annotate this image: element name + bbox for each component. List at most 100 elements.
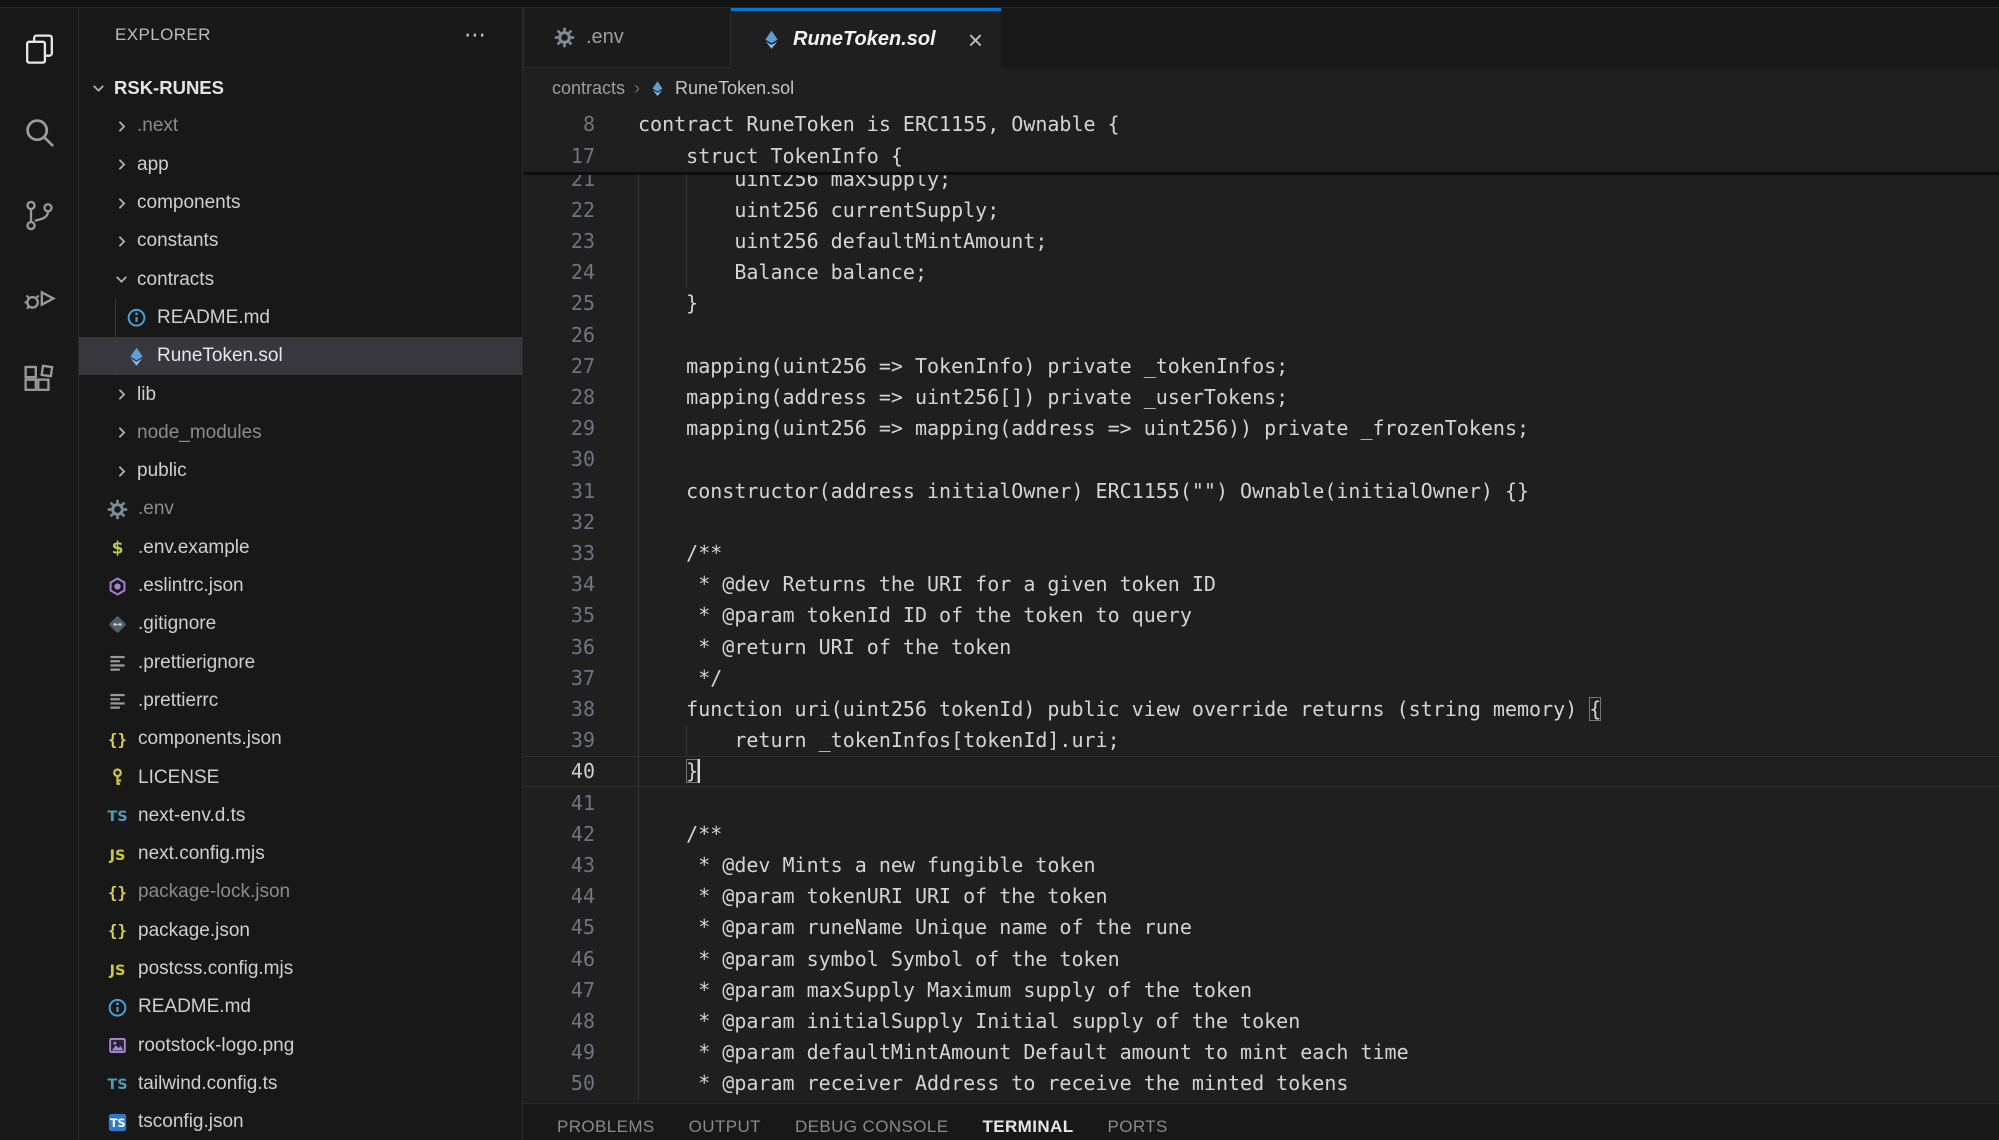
line-number: 46 (523, 947, 595, 971)
search-icon[interactable] (0, 91, 78, 174)
line-text: uint256 defaultMintAmount; (638, 229, 1047, 253)
code-line-37[interactable]: 37 */ (523, 662, 1999, 693)
code-line-32[interactable]: 32 (523, 506, 1999, 537)
tree-folder-app[interactable]: app (79, 146, 523, 184)
tree-file--env[interactable]: .env (79, 490, 523, 528)
tree-folder-constants[interactable]: constants (79, 222, 523, 260)
chevron-right-icon (109, 191, 133, 215)
code-line-50[interactable]: 50 * @param receiver Address to receive … (523, 1068, 1999, 1099)
code-line-28[interactable]: 28 mapping(address => uint256[]) private… (523, 381, 1999, 412)
code-line-38[interactable]: 38 function uri(uint256 tokenId) public … (523, 693, 1999, 724)
code-line-29[interactable]: 29 mapping(uint256 => mapping(address =>… (523, 413, 1999, 444)
tree-file-rootstock-logo-png[interactable]: rootstock-logo.png (79, 1027, 523, 1065)
tree-root-rsk-runes[interactable]: RSK-RUNES (79, 69, 523, 107)
run-debug-icon[interactable] (0, 257, 78, 340)
tree-folder-node-modules[interactable]: node_modules (79, 414, 523, 452)
tree-folder-contracts[interactable]: contracts (79, 261, 523, 299)
tree-file-runetoken-sol[interactable]: RuneToken.sol (79, 337, 523, 375)
code-line-42[interactable]: 42 /** (523, 818, 1999, 849)
code-line-46[interactable]: 46 * @param symbol Symbol of the token (523, 943, 1999, 974)
code-line-24[interactable]: 24 Balance balance; (523, 257, 1999, 288)
tree-folder-public[interactable]: public (79, 452, 523, 490)
code-line-33[interactable]: 33 /** (523, 537, 1999, 568)
line-number: 48 (523, 1009, 595, 1033)
line-number: 35 (523, 603, 595, 627)
editor-tab--env[interactable]: .env (523, 8, 731, 68)
breadcrumb-folder[interactable]: contracts (552, 78, 625, 99)
tree-folder--next[interactable]: .next (79, 107, 523, 145)
line-number: 25 (523, 291, 595, 315)
line-text: * @param tokenId ID of the token to quer… (638, 603, 1192, 627)
code-line-39[interactable]: 39 return _tokenInfos[tokenId].uri; (523, 725, 1999, 756)
code-line-25[interactable]: 25 } (523, 288, 1999, 319)
tree-file--eslintrc-json[interactable]: .eslintrc.json (79, 567, 523, 605)
tree-item-label: app (137, 154, 169, 176)
tree-file-next-env-d-ts[interactable]: TSnext-env.d.ts (79, 797, 523, 835)
panel-tab-problems[interactable]: PROBLEMS (557, 1117, 655, 1140)
tree-file--prettierignore[interactable]: .prettierignore (79, 644, 523, 682)
code-line-34[interactable]: 34 * @dev Returns the URI for a given to… (523, 569, 1999, 600)
tree-item-label: contracts (137, 269, 214, 291)
tree-file-postcss-config-mjs[interactable]: JSpostcss.config.mjs (79, 950, 523, 988)
image-file-icon (107, 1035, 128, 1056)
ts-file-icon: TS (107, 805, 128, 826)
gear-file-icon (554, 27, 575, 48)
svg-text:TS: TS (110, 1117, 126, 1130)
breadcrumb-file[interactable]: RuneToken.sol (675, 78, 794, 99)
code-line-36[interactable]: 36 * @return URI of the token (523, 631, 1999, 662)
tree-file--gitignore[interactable]: .gitignore (79, 605, 523, 643)
code-line-23[interactable]: 23 uint256 defaultMintAmount; (523, 225, 1999, 256)
tree-item-label: package-lock.json (138, 881, 290, 903)
code-line-45[interactable]: 45 * @param runeName Unique name of the … (523, 912, 1999, 943)
tree-file-components-json[interactable]: {}components.json (79, 720, 523, 758)
tree-item-label: .prettierignore (138, 652, 255, 674)
tree-folder-components[interactable]: components (79, 184, 523, 222)
tree-item-label: RuneToken.sol (157, 345, 283, 367)
panel-tab-terminal[interactable]: TERMINAL (982, 1117, 1073, 1140)
code-line-40[interactable]: 40 } (523, 756, 1999, 787)
indent-guide (686, 175, 687, 288)
tree-file-package-json[interactable]: {}package.json (79, 912, 523, 950)
tree-file--prettierrc[interactable]: .prettierrc (79, 682, 523, 720)
tree-file-readme-md[interactable]: README.md (79, 299, 523, 337)
code-editor[interactable]: 21 uint256 maxSupply;22 uint256 currentS… (523, 108, 1999, 1103)
line-text: */ (638, 666, 722, 690)
code-line-26[interactable]: 26 (523, 319, 1999, 350)
code-line-35[interactable]: 35 * @param tokenId ID of the token to q… (523, 600, 1999, 631)
tree-file-readme-md[interactable]: README.md (79, 988, 523, 1026)
panel-tab-debug-console[interactable]: DEBUG CONSOLE (795, 1117, 949, 1140)
solidity-file-icon (649, 80, 666, 97)
tree-file-package-lock-json[interactable]: {}package-lock.json (79, 873, 523, 911)
editor-tab-runetoken-sol[interactable]: RuneToken.sol × (731, 8, 1001, 68)
code-line-41[interactable]: 41 (523, 787, 1999, 818)
tree-file-tailwind-config-ts[interactable]: TStailwind.config.ts (79, 1065, 523, 1103)
info-file-icon (126, 307, 147, 328)
extensions-icon[interactable] (0, 340, 78, 423)
svg-text:{}: {} (108, 921, 127, 940)
panel-tab-output[interactable]: OUTPUT (689, 1117, 761, 1140)
code-line-30[interactable]: 30 (523, 444, 1999, 475)
more-actions-icon[interactable]: ⋯ (464, 30, 488, 40)
tree-file-next-config-mjs[interactable]: JSnext.config.mjs (79, 835, 523, 873)
code-line-22[interactable]: 22 uint256 currentSupply; (523, 194, 1999, 225)
code-line-31[interactable]: 31 constructor(address initialOwner) ERC… (523, 475, 1999, 506)
panel-tab-ports[interactable]: PORTS (1108, 1117, 1168, 1140)
tree-folder-lib[interactable]: lib (79, 375, 523, 413)
tab-label: RuneToken.sol (793, 28, 936, 51)
close-icon[interactable]: × (968, 30, 983, 50)
source-control-icon[interactable] (0, 174, 78, 257)
code-line-48[interactable]: 48 * @param initialSupply Initial supply… (523, 1005, 1999, 1036)
code-line-27[interactable]: 27 mapping(uint256 => TokenInfo) private… (523, 350, 1999, 381)
code-line-47[interactable]: 47 * @param maxSupply Maximum supply of … (523, 974, 1999, 1005)
code-line-49[interactable]: 49 * @param defaultMintAmount Default am… (523, 1037, 1999, 1068)
tree-file-tsconfig-json[interactable]: TS tsconfig.json (79, 1103, 523, 1140)
tree-file-license[interactable]: LICENSE (79, 758, 523, 796)
tree-item-label: tsconfig.json (138, 1111, 244, 1133)
code-line-43[interactable]: 43 * @dev Mints a new fungible token (523, 849, 1999, 880)
code-line-17[interactable]: 17 struct TokenInfo { (523, 140, 1999, 172)
line-number: 28 (523, 385, 595, 409)
code-line-44[interactable]: 44 * @param tokenURI URI of the token (523, 881, 1999, 912)
explorer-icon[interactable] (0, 8, 78, 91)
code-line-8[interactable]: 8contract RuneToken is ERC1155, Ownable … (523, 108, 1999, 140)
tree-file--env-example[interactable]: $.env.example (79, 529, 523, 567)
